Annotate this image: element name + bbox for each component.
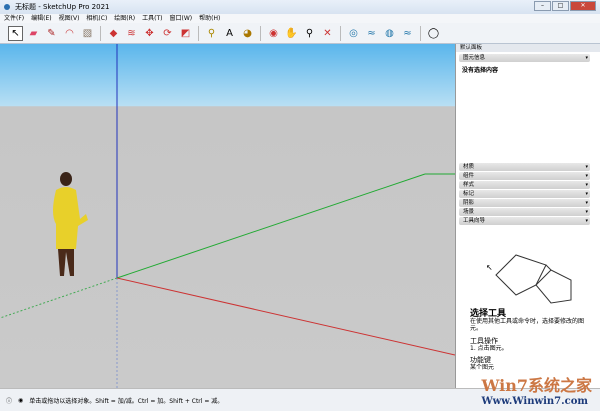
menu-edit[interactable]: 编辑(E) [31, 14, 51, 23]
person-figure [53, 172, 88, 276]
toolbar: ↖ ▰ ✎ ◠ ▧ ◆ ≋ ✥ ⟳ ◩ ⚲ A ◕ ◉ ✋ ⚲ ✕ ◎ ≈ ◍ … [0, 23, 600, 44]
menu-help[interactable]: 帮助(H) [199, 14, 220, 23]
app-icon [4, 4, 10, 10]
push-pull-icon[interactable]: ◆ [106, 26, 121, 41]
operations-title: 工具操作 [470, 337, 498, 345]
zoom-icon[interactable]: ⚲ [302, 26, 317, 41]
operations-item: 1. 点击图元。 [470, 345, 508, 352]
tool-description: 在使用其他工具或命令时，选择要修改的图元。 [470, 318, 585, 332]
info-icon[interactable]: ⓘ [6, 396, 12, 405]
watermark-logo: Win7系统之家 [481, 376, 592, 395]
zoom-extents-icon[interactable]: ✕ [320, 26, 335, 41]
rectangle-icon[interactable]: ▧ [80, 26, 95, 41]
section-materials[interactable]: 材质 [459, 163, 590, 171]
section-styles[interactable]: 样式 [459, 181, 590, 189]
tool-title: 选择工具 [470, 309, 507, 319]
modifier-title: 功能键 [470, 356, 491, 364]
watermark: Win7系统之家 Www.Winwin7.com [481, 372, 592, 407]
menu-draw[interactable]: 绘图(R) [114, 14, 135, 23]
menu-camera[interactable]: 相机(C) [86, 14, 107, 23]
svg-text:↖: ↖ [486, 263, 493, 272]
house-illustration: ↖ [486, 254, 572, 304]
no-selection-text: 没有选择内容 [462, 67, 499, 74]
minimize-button[interactable]: – [534, 1, 551, 11]
menu-view[interactable]: 视图(V) [59, 14, 80, 23]
section-components[interactable]: 组件 [459, 172, 590, 180]
warehouse-icon[interactable]: ◎ [346, 26, 361, 41]
3d-viewport[interactable] [0, 44, 456, 388]
rotate-icon[interactable]: ⟳ [160, 26, 175, 41]
credits-icon[interactable]: ◉ [18, 397, 23, 404]
select-tool-icon[interactable]: ↖ [8, 25, 23, 41]
maximize-button[interactable]: □ [552, 1, 569, 11]
pan-icon[interactable]: ✋ [284, 26, 299, 41]
menu-tools[interactable]: 工具(T) [142, 14, 162, 23]
axes [0, 44, 456, 388]
eraser-icon[interactable]: ▰ [26, 26, 41, 41]
orbit-icon[interactable]: ◉ [266, 26, 281, 41]
section-shadows[interactable]: 阴影 [459, 199, 590, 207]
tray-title: 默认面板 [456, 44, 600, 52]
menu-file[interactable]: 文件(F) [4, 14, 24, 23]
menu-bar: 文件(F) 编辑(E) 视图(V) 相机(C) 绘图(R) 工具(T) 窗口(W… [0, 14, 600, 23]
pencil-icon[interactable]: ✎ [44, 26, 59, 41]
close-button[interactable]: ✕ [570, 1, 596, 11]
layout-icon[interactable]: ◍ [382, 26, 397, 41]
paint-bucket-icon[interactable]: ◕ [240, 26, 255, 41]
red-axis [116, 277, 456, 356]
modifier-item: 某个图元 [470, 364, 495, 371]
section-entity-info[interactable]: 图元信息 [459, 54, 590, 62]
section-tags[interactable]: 标记 [459, 190, 590, 198]
menu-window[interactable]: 窗口(W) [170, 14, 193, 23]
green-axis [116, 173, 426, 279]
follow-me-icon[interactable]: ≋ [124, 26, 139, 41]
status-text: 单击或拖动以选择对象。Shift = 加/减。Ctrl = 加。Shift + … [29, 397, 224, 405]
section-instructor[interactable]: 工具向导 [459, 217, 590, 225]
tape-measure-icon[interactable]: ⚲ [204, 26, 219, 41]
scale-icon[interactable]: ◩ [178, 26, 193, 41]
extension-warehouse-icon[interactable]: ≈ [364, 26, 379, 41]
move-icon[interactable]: ✥ [142, 26, 157, 41]
watermark-url: Www.Winwin7.com [481, 396, 588, 407]
window-title: 无标题 - SketchUp Pro 2021 [15, 3, 110, 11]
text-icon[interactable]: A [222, 26, 237, 41]
extension-manager-icon[interactable]: ≈ [400, 26, 415, 41]
arc-icon[interactable]: ◠ [62, 26, 77, 41]
account-icon[interactable]: ◯ [426, 26, 441, 41]
section-scenes[interactable]: 场景 [459, 208, 590, 216]
default-tray: 默认面板 图元信息 没有选择内容 材质 组件 样式 标记 阴影 场景 工具向导 … [455, 44, 600, 388]
title-bar: 无标题 - SketchUp Pro 2021 – □ ✕ [0, 0, 600, 14]
